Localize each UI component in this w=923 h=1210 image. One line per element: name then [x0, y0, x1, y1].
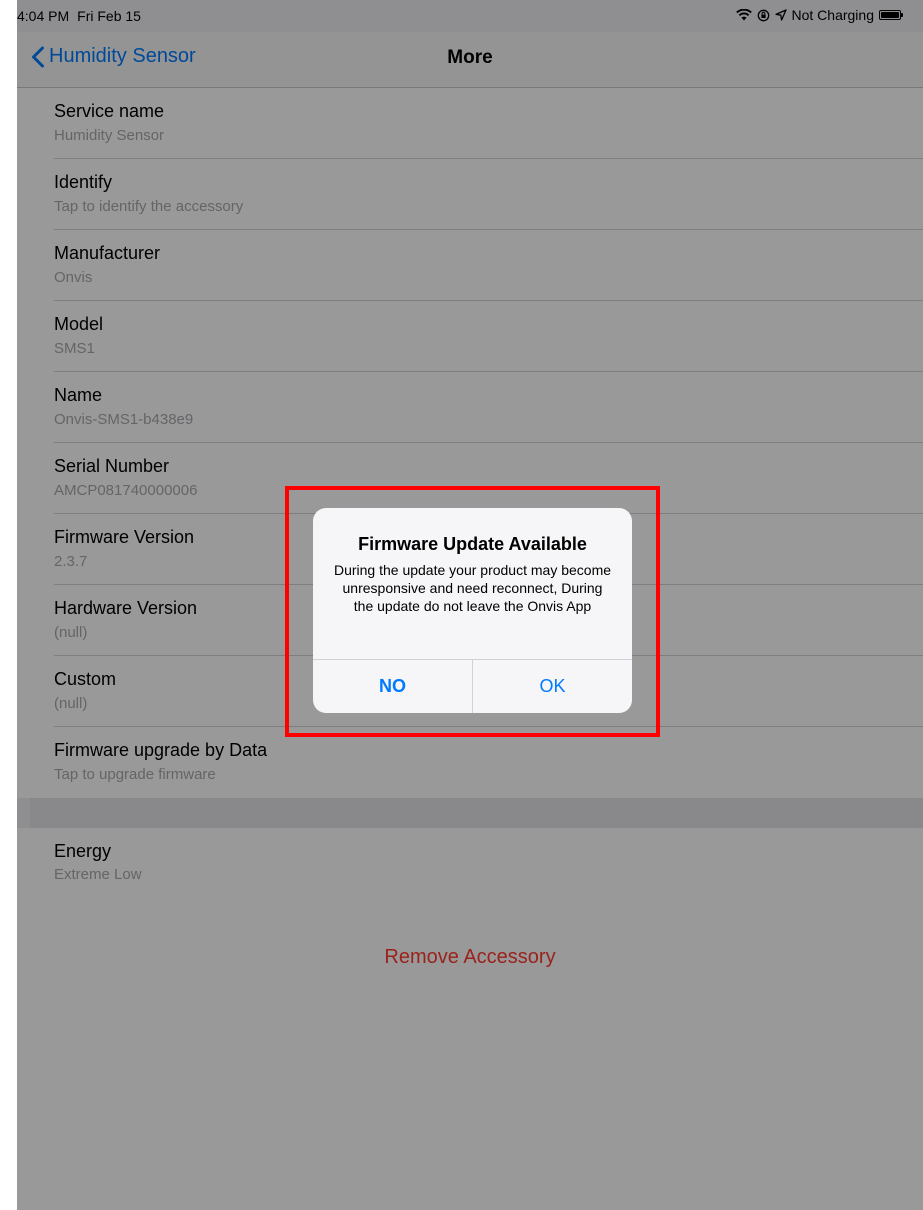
- alert-button-row: NO OK: [313, 659, 632, 713]
- device-screen: 4:04 PM Fri Feb 15 Not Charging Humidity…: [17, 0, 923, 1210]
- alert-no-button[interactable]: NO: [313, 660, 473, 713]
- alert-title: Firmware Update Available: [358, 534, 587, 554]
- alert-message: During the update your product may becom…: [333, 562, 612, 614]
- alert-ok-button[interactable]: OK: [473, 660, 632, 713]
- firmware-update-alert: Firmware Update Available During the upd…: [313, 508, 632, 713]
